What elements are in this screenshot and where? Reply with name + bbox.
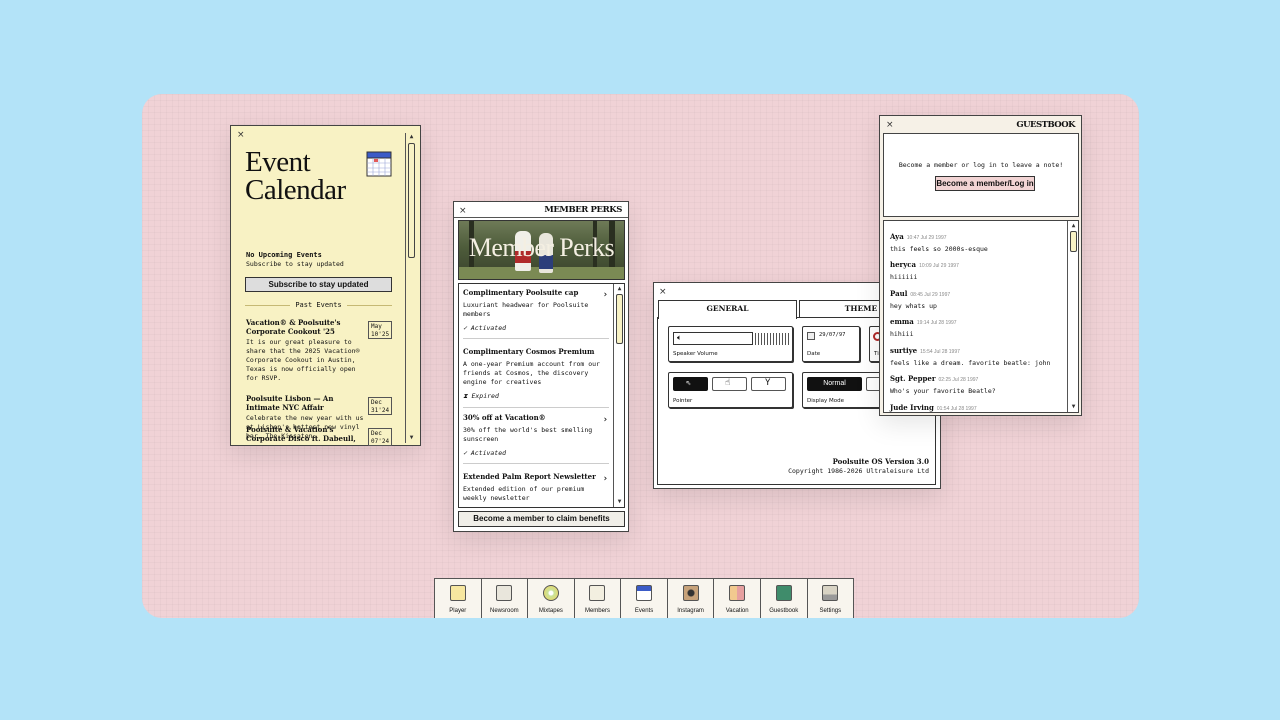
speaker-icon: 🔈︎: [677, 333, 682, 342]
member-login-button[interactable]: Become a member/Log in: [935, 176, 1035, 191]
member-card-icon: [589, 585, 606, 601]
dock-item-newsroom[interactable]: Newsroom: [482, 579, 529, 618]
tab-general[interactable]: GENERAL: [658, 300, 797, 319]
guestbook-entries: Aya 10:47 Jul 29 1997 this feels so 2000s-…: [883, 220, 1079, 413]
guestbook-entry: heryca 10:09 Jul 29 1997 hiiiiii: [890, 260, 959, 281]
scroll-down-icon[interactable]: ▼: [1068, 404, 1078, 410]
check-icon: ✓: [463, 323, 471, 332]
scroll-thumb[interactable]: [616, 294, 623, 344]
chevron-right-icon: ›: [602, 415, 608, 425]
arrow-cursor-icon: ⇖: [686, 378, 692, 388]
guestbook-entry: Aya 10:47 Jul 29 1997 this feels so 2000s-…: [890, 232, 988, 253]
guestbook-entry: emma 19:14 Jul 28 1997 hihiii: [890, 317, 957, 338]
event-date-badge: May 10'25: [368, 321, 392, 339]
desktop: × Event Calendar No Upcoming Events Subsc…: [142, 94, 1139, 618]
pointer-option-arrow[interactable]: ⇖: [673, 377, 708, 391]
event-calendar-window: × Event Calendar No Upcoming Events Subsc…: [230, 125, 421, 446]
book-icon: [775, 585, 792, 601]
scroll-down-icon[interactable]: ▼: [614, 499, 624, 505]
calendar-small-icon: [807, 332, 815, 340]
pointer-selector[interactable]: ⇖ ☝︎ Y Pointer: [668, 372, 793, 408]
guestbook-entry: surtiye 15:54 Jul 28 1997 feels like a dre…: [890, 346, 1051, 367]
copyright: Copyright 1986-2026 Ultraleisure Ltd: [788, 467, 929, 475]
cd-icon: [542, 585, 559, 601]
scroll-thumb[interactable]: [1070, 231, 1077, 252]
event-date-badge: Dec 07'24: [368, 428, 392, 446]
scroll-up-icon[interactable]: ▲: [614, 286, 624, 292]
calendar-icon: [366, 151, 392, 177]
dock-item-events[interactable]: Events: [621, 579, 668, 618]
volume-slider[interactable]: 🔈︎: [673, 332, 753, 345]
perk-status: ⧗ Expired: [463, 391, 499, 400]
date-field[interactable]: 29/07/97 Date: [802, 326, 860, 362]
event-date-badge: Dec 31'24: [368, 397, 392, 415]
window-title: MEMBER PERKS: [544, 205, 622, 215]
guestbook-entry: Jude Irving01:54 Jul 28 1997hiii: [890, 403, 977, 412]
cocktail-icon: [449, 585, 466, 601]
dock-item-mixtapes[interactable]: Mixtapes: [528, 579, 575, 618]
window-title: GUESTBOOK: [1016, 120, 1075, 130]
scrollbar[interactable]: ▲ ▼: [1067, 221, 1078, 412]
dock-item-settings[interactable]: Settings: [808, 579, 854, 618]
dock: Player Newsroom Mixtapes Members Events …: [434, 578, 854, 618]
chevron-right-icon: ›: [602, 290, 608, 300]
scroll-down-icon[interactable]: ▼: [406, 435, 417, 441]
typewriter-icon: [496, 585, 513, 601]
scrollbar[interactable]: ▲ ▼: [613, 284, 624, 507]
pointer-option-hand[interactable]: ☝︎: [712, 377, 747, 391]
event-item[interactable]: Vacation® & Poolsuite's Corporate Cookou…: [246, 318, 393, 383]
subscribe-text: Subscribe to stay updated: [246, 260, 344, 268]
guestbook-entry: Sgt. Pepper 02:25 Jul 28 1997 Who's your f…: [890, 374, 996, 395]
os-version: Poolsuite OS Version 3.0: [832, 457, 929, 466]
perks-list: Complimentary Poolsuite cap › Luxuriant h…: [458, 283, 625, 508]
volume-control[interactable]: 🔈︎ Speaker Volume: [668, 326, 793, 362]
dock-item-members[interactable]: Members: [575, 579, 622, 618]
sunscreen-icon: [729, 585, 746, 601]
chevron-right-icon: ›: [602, 474, 608, 484]
dock-item-vacation[interactable]: Vacation: [714, 579, 761, 618]
guestbook-window: × GUESTBOOK Become a member or log in to…: [879, 115, 1082, 416]
dock-item-instagram[interactable]: Instagram: [668, 579, 715, 618]
guestbook-entry: Paul 08:45 Jul 29 1997 hey whats up: [890, 289, 951, 310]
check-icon: ✓: [463, 448, 471, 457]
perk-status: ✓ Activated: [463, 448, 507, 457]
close-icon[interactable]: ×: [886, 120, 894, 130]
dock-item-player[interactable]: Player: [435, 579, 482, 618]
close-icon[interactable]: ×: [459, 206, 467, 216]
login-prompt: Become a member or log in to leave a not…: [898, 161, 1064, 169]
perk-item[interactable]: Complimentary Cosmos Premium A one-year …: [463, 347, 609, 408]
perk-status: ✓ Activated: [463, 323, 507, 332]
scroll-up-icon[interactable]: ▲: [406, 134, 417, 140]
claim-benefits-button[interactable]: Become a member to claim benefits: [458, 511, 625, 527]
scrollbar[interactable]: ▲ ▼: [405, 133, 417, 443]
dock-item-guestbook[interactable]: Guestbook: [761, 579, 808, 618]
event-calendar-title: Event Calendar: [245, 146, 346, 206]
volume-meter: [755, 333, 789, 345]
perk-item[interactable]: Complimentary Poolsuite cap › Luxuriant h…: [463, 288, 609, 339]
close-icon[interactable]: ×: [659, 287, 667, 297]
perk-item[interactable]: 30% off at Vacation® › 30% off the world'…: [463, 413, 609, 464]
perk-item[interactable]: Extended Palm Report Newsletter › Extende…: [463, 472, 609, 503]
hand-cursor-icon: ☝︎: [725, 378, 731, 388]
camera-icon: [682, 585, 699, 601]
scroll-thumb[interactable]: [408, 143, 415, 258]
calendar-icon: [636, 585, 653, 601]
member-perks-banner: Member Perks: [458, 220, 625, 280]
cocktail-cursor-icon: Y: [765, 378, 771, 388]
pointer-option-cocktail[interactable]: Y: [751, 377, 786, 391]
no-upcoming-label: No Upcoming Events: [246, 251, 322, 259]
scroll-up-icon[interactable]: ▲: [1068, 223, 1078, 229]
past-events-divider: Past Events: [245, 301, 392, 309]
close-icon[interactable]: ×: [237, 130, 245, 140]
display-mode-normal[interactable]: Normal: [807, 377, 862, 391]
guestbook-login-panel: Become a member or log in to leave a not…: [883, 133, 1079, 217]
event-item[interactable]: Poolsuite & Vacation's Corporate Disco f…: [246, 425, 393, 446]
member-perks-window: × MEMBER PERKS Member Perks Complimentar…: [453, 201, 629, 532]
computer-icon: [822, 585, 839, 601]
window-titlebar: × MEMBER PERKS: [454, 202, 628, 218]
subscribe-button[interactable]: Subscribe to stay updated: [245, 277, 392, 292]
